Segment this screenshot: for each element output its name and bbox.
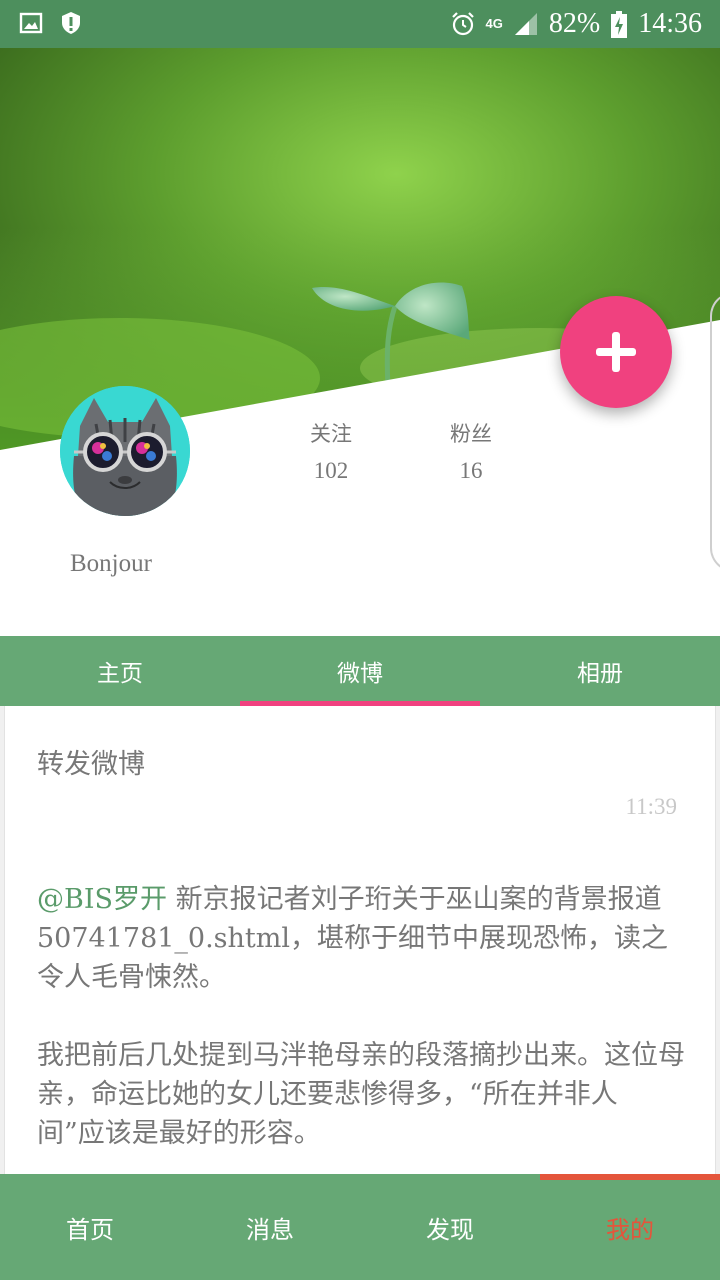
clock: 14:36 — [638, 8, 702, 39]
follow-stat[interactable]: 关注 102 — [281, 418, 381, 484]
profile-tabs: 主页 微博 相册 — [0, 636, 720, 706]
tab-weibo[interactable]: 微博 — [240, 636, 480, 706]
fans-stat[interactable]: 粉丝 16 — [421, 418, 521, 484]
network-label: 4G — [485, 16, 503, 31]
post-body: @BIS罗开 新京报记者刘子珩关于巫山案的背景报道50741781_0.shtm… — [37, 880, 685, 1153]
add-post-button[interactable] — [560, 296, 672, 408]
plus-icon — [596, 332, 636, 372]
post-title: 转发微博 — [37, 749, 145, 780]
tab-album[interactable]: 相册 — [480, 636, 720, 706]
post-paragraph-1: @BIS罗开 新京报记者刘子珩关于巫山案的背景报道50741781_0.shtm… — [37, 880, 685, 997]
shield-icon — [58, 10, 84, 36]
nav-messages[interactable]: 消息 — [180, 1174, 360, 1280]
fans-label: 粉丝 — [450, 422, 492, 446]
post-card[interactable]: 转发微博 11:39 @BIS罗开 新京报记者刘子珩关于巫山案的背景报道5074… — [4, 706, 716, 1174]
follow-count: 102 — [313, 458, 349, 483]
side-drawer-edge[interactable] — [710, 292, 720, 572]
battery-percent: 82% — [548, 8, 601, 39]
nav-me[interactable]: 我的 — [540, 1174, 720, 1280]
feed-area: 转发微博 11:39 @BIS罗开 新京报记者刘子珩关于巫山案的背景报道5074… — [0, 706, 720, 1174]
image-icon — [18, 10, 44, 36]
nav-home[interactable]: 首页 — [0, 1174, 180, 1280]
status-bar: 4G 82% 14:36 — [0, 0, 720, 48]
battery-icon — [610, 11, 628, 38]
tab-home[interactable]: 主页 — [0, 636, 240, 706]
bottom-nav: 首页 消息 发现 我的 — [0, 1174, 720, 1280]
follow-label: 关注 — [310, 422, 352, 446]
alarm-icon — [450, 11, 476, 37]
username: Bonjour — [70, 550, 152, 577]
fans-count: 16 — [459, 458, 483, 483]
nav-discover[interactable]: 发现 — [360, 1174, 540, 1280]
mention-link[interactable]: @BIS罗开 — [37, 884, 167, 915]
post-time: 11:39 — [625, 794, 677, 819]
avatar[interactable] — [60, 386, 190, 516]
signal-icon — [513, 11, 539, 37]
post-paragraph-2: 我把前后几处提到马泮艳母亲的段落摘抄出来。这位母亲，命运比她的女儿还要悲惨得多，… — [37, 1040, 685, 1149]
